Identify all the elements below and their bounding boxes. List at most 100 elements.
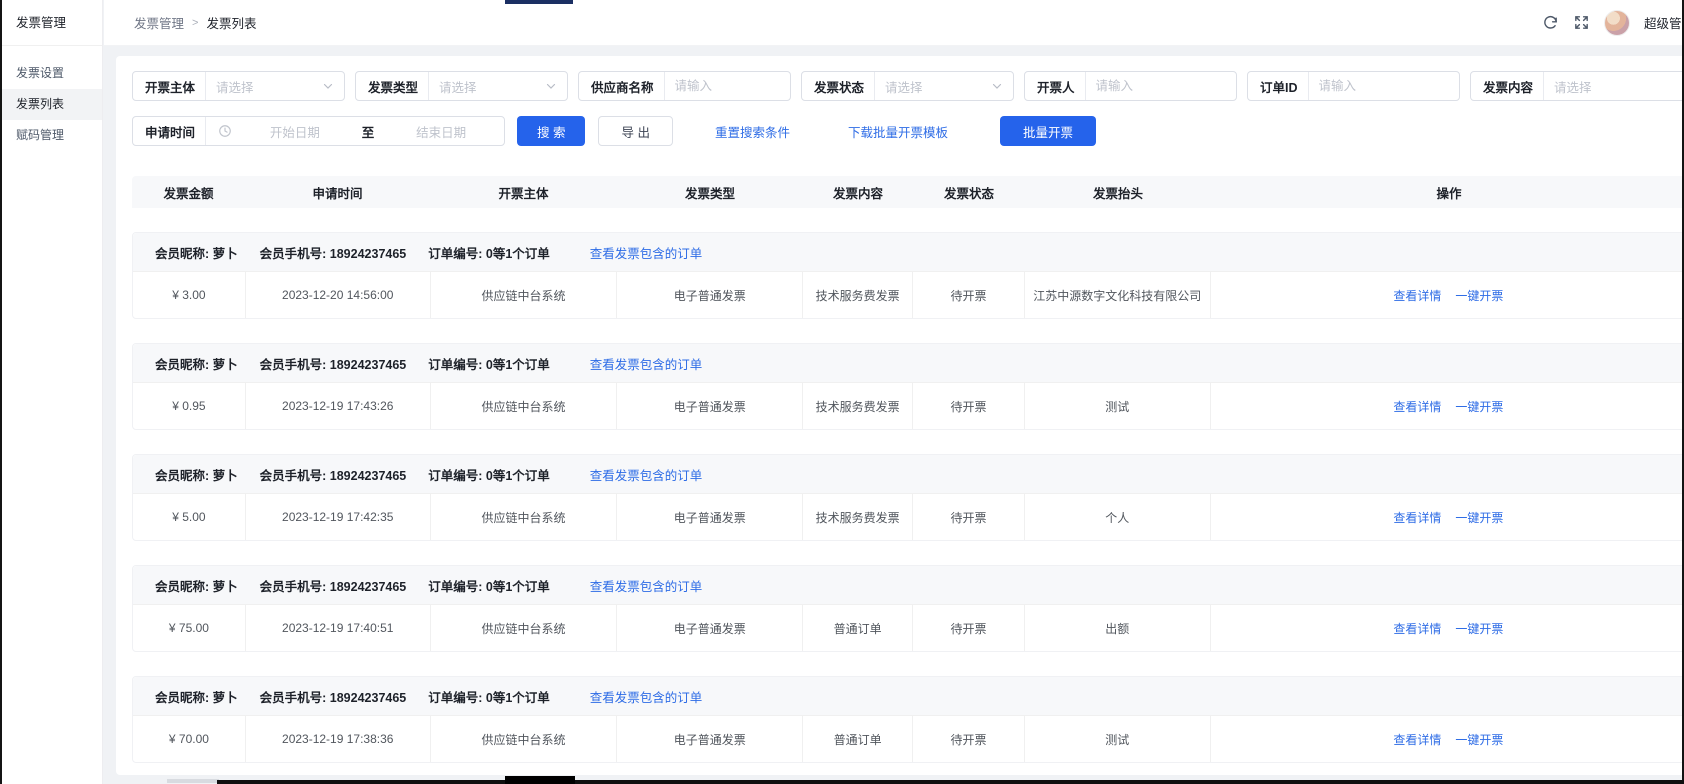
start-date-input[interactable]: 开始日期 (232, 122, 358, 141)
sidebar: 发票管理 发票设置 发票列表 赋码管理 (0, 0, 103, 784)
chevron-down-icon (991, 80, 1003, 92)
window-bottom-border (217, 780, 1684, 784)
cell-actions: 查看详情 一键开票 (1211, 383, 1684, 429)
column-header-invoice-content: 发票内容 (803, 183, 913, 202)
cell-actions: 查看详情 一键开票 (1211, 605, 1684, 651)
top-accent-bar (505, 0, 573, 4)
filter-invoice-content-select[interactable]: 发票内容 请选择 (1470, 71, 1684, 101)
breadcrumb-parent[interactable]: 发票管理 (134, 13, 184, 32)
reset-search-link[interactable]: 重置搜索条件 (715, 122, 790, 141)
member-phone: 会员手机号: 18924237465 (260, 354, 407, 373)
one-click-invoice-link[interactable]: 一键开票 (1455, 287, 1503, 304)
view-detail-link[interactable]: 查看详情 (1393, 620, 1441, 637)
view-detail-link[interactable]: 查看详情 (1393, 287, 1441, 304)
column-header-actions: 操作 (1211, 183, 1684, 202)
breadcrumb: 发票管理 > 发票列表 (134, 13, 256, 32)
clock-icon (218, 124, 232, 138)
date-range-separator: 至 (358, 122, 379, 141)
cell-amount: ¥ 75.00 (133, 605, 246, 651)
sidebar-nav: 发票设置 发票列表 赋码管理 (0, 46, 102, 151)
table-row: ¥ 0.95 2023-12-19 17:43:26 供应链中台系统 电子普通发… (133, 382, 1684, 429)
refresh-icon[interactable] (1542, 14, 1559, 31)
export-button[interactable]: 导 出 (598, 116, 672, 146)
filter-invoice-status-select[interactable]: 发票状态 请选择 (801, 71, 1014, 101)
cell-invoice-content: 普通订单 (803, 716, 913, 762)
one-click-invoice-link[interactable]: 一键开票 (1455, 509, 1503, 526)
chevron-down-icon (545, 80, 557, 92)
view-included-orders-link[interactable]: 查看发票包含的订单 (590, 243, 703, 262)
filter-label: 发票状态 (802, 77, 874, 96)
order-number: 订单编号: 0等1个订单 (428, 576, 550, 595)
horizontal-scrollbar-track[interactable] (167, 779, 219, 783)
horizontal-scrollbar-thumb[interactable] (505, 776, 575, 784)
filter-row-1: 开票主体 请选择 发票类型 请选择 供应商名称 发票状态 请选择 (132, 71, 1684, 101)
sidebar-item-code-management[interactable]: 赋码管理 (0, 120, 102, 151)
cell-apply-time: 2023-12-19 17:43:26 (246, 383, 431, 429)
order-number: 订单编号: 0等1个订单 (428, 354, 550, 373)
batch-invoice-button[interactable]: 批量开票 (1000, 116, 1096, 146)
cell-invoice-title: 出额 (1025, 605, 1211, 651)
cell-amount: ¥ 70.00 (133, 716, 246, 762)
cell-invoice-status: 待开票 (913, 716, 1025, 762)
filter-invoice-subject-select[interactable]: 开票主体 请选择 (132, 71, 345, 101)
one-click-invoice-link[interactable]: 一键开票 (1455, 731, 1503, 748)
search-button[interactable]: 搜 索 (517, 116, 585, 146)
column-header-amount: 发票金额 (132, 183, 245, 202)
view-included-orders-link[interactable]: 查看发票包含的订单 (590, 354, 703, 373)
apply-time-range-field: 申请时间 开始日期 至 结束日期 (132, 116, 505, 146)
cell-invoice-status: 待开票 (913, 272, 1025, 318)
select-placeholder: 请选择 (1544, 77, 1684, 96)
order-number: 订单编号: 0等1个订单 (428, 465, 550, 484)
member-phone: 会员手机号: 18924237465 (260, 576, 407, 595)
cell-invoice-title: 测试 (1025, 716, 1211, 762)
cell-amount: ¥ 3.00 (133, 272, 246, 318)
user-name[interactable]: 超级管理员 (1644, 13, 1684, 32)
table-row: ¥ 3.00 2023-12-20 14:56:00 供应链中台系统 电子普通发… (133, 271, 1684, 318)
end-date-input[interactable]: 结束日期 (378, 122, 504, 141)
cell-apply-time: 2023-12-19 17:42:35 (246, 494, 431, 540)
cell-subject: 供应链中台系统 (431, 494, 618, 540)
cell-apply-time: 2023-12-19 17:40:51 (246, 605, 431, 651)
filter-order-id-field: 订单ID (1247, 71, 1460, 101)
view-included-orders-link[interactable]: 查看发票包含的订单 (590, 576, 703, 595)
filter-label: 发票内容 (1471, 77, 1543, 96)
cell-invoice-title: 江苏中源数字文化科技有限公司 (1025, 272, 1211, 318)
cell-apply-time: 2023-12-19 17:38:36 (246, 716, 431, 762)
table-row: ¥ 75.00 2023-12-19 17:40:51 供应链中台系统 电子普通… (133, 604, 1684, 651)
view-detail-link[interactable]: 查看详情 (1393, 731, 1441, 748)
view-included-orders-link[interactable]: 查看发票包含的订单 (590, 687, 703, 706)
filter-invoice-type-select[interactable]: 发票类型 请选择 (355, 71, 568, 101)
sidebar-item-invoice-list[interactable]: 发票列表 (0, 89, 102, 120)
breadcrumb-separator-icon: > (192, 17, 198, 29)
cell-invoice-status: 待开票 (913, 383, 1025, 429)
view-included-orders-link[interactable]: 查看发票包含的订单 (590, 465, 703, 484)
supplier-name-input[interactable] (665, 79, 790, 93)
user-avatar[interactable] (1604, 10, 1630, 36)
download-batch-template-link[interactable]: 下载批量开票模板 (848, 122, 948, 141)
cell-actions: 查看详情 一键开票 (1211, 272, 1684, 318)
invoice-card: 会员昵称: 萝卜 会员手机号: 18924237465 订单编号: 0等1个订单… (132, 454, 1684, 541)
invoice-card: 会员昵称: 萝卜 会员手机号: 18924237465 订单编号: 0等1个订单… (132, 565, 1684, 652)
cell-amount: ¥ 5.00 (133, 494, 246, 540)
table-header: 发票金额 申请时间 开票主体 发票类型 发票内容 发票状态 发票抬头 操作 (132, 176, 1684, 208)
invoice-card: 会员昵称: 萝卜 会员手机号: 18924237465 订单编号: 0等1个订单… (132, 232, 1684, 319)
invoice-group-header: 会员昵称: 萝卜 会员手机号: 18924237465 订单编号: 0等1个订单… (133, 344, 1684, 382)
invoice-card: 会员昵称: 萝卜 会员手机号: 18924237465 订单编号: 0等1个订单… (132, 676, 1684, 763)
cell-subject: 供应链中台系统 (431, 272, 618, 318)
cell-subject: 供应链中台系统 (431, 383, 618, 429)
fullscreen-icon[interactable] (1573, 14, 1590, 31)
view-detail-link[interactable]: 查看详情 (1393, 509, 1441, 526)
table-row: ¥ 70.00 2023-12-19 17:38:36 供应链中台系统 电子普通… (133, 715, 1684, 762)
order-number: 订单编号: 0等1个订单 (428, 243, 550, 262)
filter-label: 订单ID (1248, 77, 1308, 96)
filter-issuer-field: 开票人 (1024, 71, 1237, 101)
view-detail-link[interactable]: 查看详情 (1393, 398, 1441, 415)
one-click-invoice-link[interactable]: 一键开票 (1455, 398, 1503, 415)
member-nickname: 会员昵称: 萝卜 (155, 243, 238, 262)
cell-apply-time: 2023-12-20 14:56:00 (246, 272, 431, 318)
issuer-input[interactable] (1086, 79, 1236, 93)
sidebar-item-invoice-settings[interactable]: 发票设置 (0, 58, 102, 89)
select-placeholder: 请选择 (206, 77, 318, 96)
one-click-invoice-link[interactable]: 一键开票 (1455, 620, 1503, 637)
order-id-input[interactable] (1309, 79, 1459, 93)
